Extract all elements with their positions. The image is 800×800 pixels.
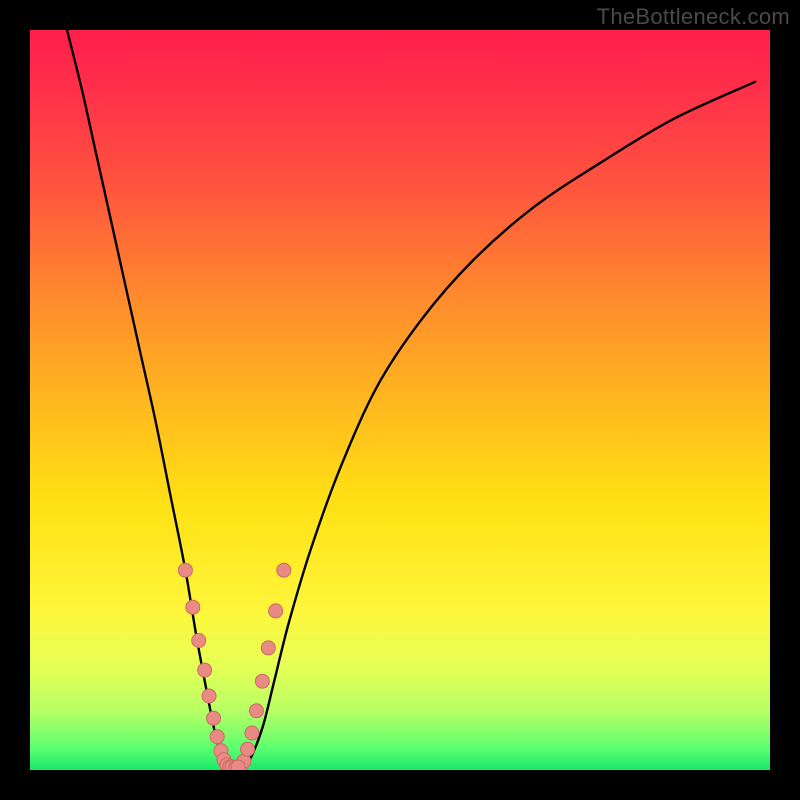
data-marker — [245, 726, 259, 740]
plot-area — [30, 30, 770, 770]
data-marker — [237, 754, 251, 768]
data-marker — [249, 704, 263, 718]
chart-svg — [30, 30, 770, 770]
data-marker — [198, 663, 212, 677]
data-marker — [192, 634, 206, 648]
data-marker — [186, 600, 200, 614]
data-marker — [202, 689, 216, 703]
data-marker — [210, 730, 224, 744]
data-marker — [220, 758, 234, 770]
data-marker — [207, 711, 221, 725]
curve-flat-bottom — [226, 766, 245, 768]
curve-curve-left — [67, 30, 226, 766]
data-marker — [231, 760, 245, 770]
data-marker — [223, 760, 237, 770]
data-marker — [225, 760, 239, 770]
data-marker — [214, 744, 228, 758]
watermark-text: TheBottleneck.com — [597, 4, 790, 30]
curve-curve-right — [245, 82, 756, 767]
data-marker — [269, 604, 283, 618]
data-marker — [277, 563, 291, 577]
data-marker — [217, 753, 231, 767]
data-marker — [241, 742, 255, 756]
data-marker — [233, 760, 247, 770]
data-marker — [261, 641, 275, 655]
chart-frame: TheBottleneck.com — [0, 0, 800, 800]
data-marker — [255, 674, 269, 688]
data-marker — [229, 760, 243, 770]
data-marker — [178, 563, 192, 577]
